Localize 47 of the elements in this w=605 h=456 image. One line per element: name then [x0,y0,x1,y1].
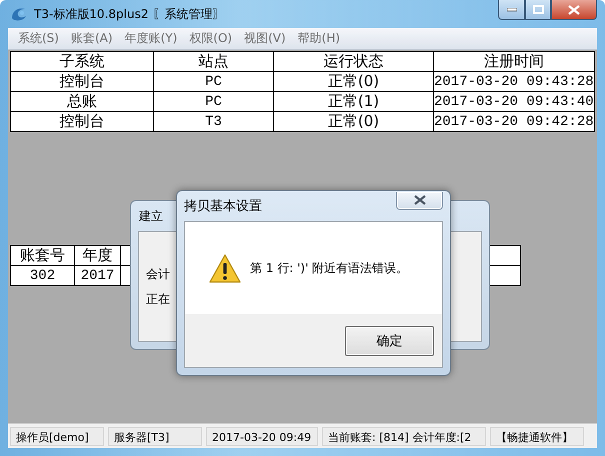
dialog-label: 正在 [146,291,170,308]
dialog-title: 建立 [138,208,163,224]
status-field: 【畅捷通软件】 [490,426,584,446]
table-cell: 正常(0) [274,72,434,92]
menu-item[interactable]: 帮助(H) [292,30,346,47]
close-icon [414,195,426,205]
maximize-icon [532,5,544,14]
column-header: 运行状态 [274,52,434,72]
table-cell: 总账 [10,92,154,112]
window-title: T3-标准版10.8plus2 〖系统管理〗 [34,6,224,22]
table-cell: 正常(1) [274,92,434,112]
app-logo-icon [10,6,28,22]
error-message: 第 1 行: ')' 附近有语法错误。 [250,260,408,276]
column-header: 子系统 [10,52,154,72]
status-field: 当前账套: [814] 会计年度:[2 [322,426,486,446]
table-cell: 302 [10,266,74,286]
menu-item[interactable]: 权限(O) [183,30,238,47]
table-cell: PC [154,72,274,92]
menu-item[interactable]: 年度账(Y) [118,30,184,47]
column-header: 账套号 [10,246,74,266]
close-icon [568,4,580,14]
minimize-button[interactable] [498,0,525,20]
column-header: 注册时间 [434,52,594,72]
status-field: 2017-03-20 09:49 [206,426,318,446]
menu-item[interactable]: 视图(V) [238,30,292,47]
menu-item[interactable]: 系统(S) [12,30,65,47]
status-field: 操作员[demo] [10,426,104,446]
table-cell: 控制台 [10,112,154,132]
menu-item[interactable]: 账套(A) [64,30,119,47]
close-button[interactable] [396,192,443,210]
column-header: 年度 [74,246,120,266]
status-field: 服务器[T3] [108,426,202,446]
table-cell: 2017-03-20 09:42:28 [434,112,594,132]
table-cell: 2017-03-20 09:43:40 [434,92,594,112]
table-cell: 控制台 [10,72,154,92]
column-header: 站点 [154,52,274,72]
dialog-title: 拷贝基本设置 [184,198,262,215]
table-cell: 正常(0) [274,112,434,132]
table-cell: T3 [154,112,274,132]
close-button[interactable] [551,0,597,20]
ok-button[interactable]: 确定 [345,326,434,356]
minimize-icon [506,8,516,12]
warning-icon [209,254,241,282]
dialog-label: 会计 [146,266,170,283]
table-cell: 2017-03-20 09:43:28 [434,72,594,92]
maximize-button[interactable] [525,0,551,20]
table-cell: PC [154,92,274,112]
